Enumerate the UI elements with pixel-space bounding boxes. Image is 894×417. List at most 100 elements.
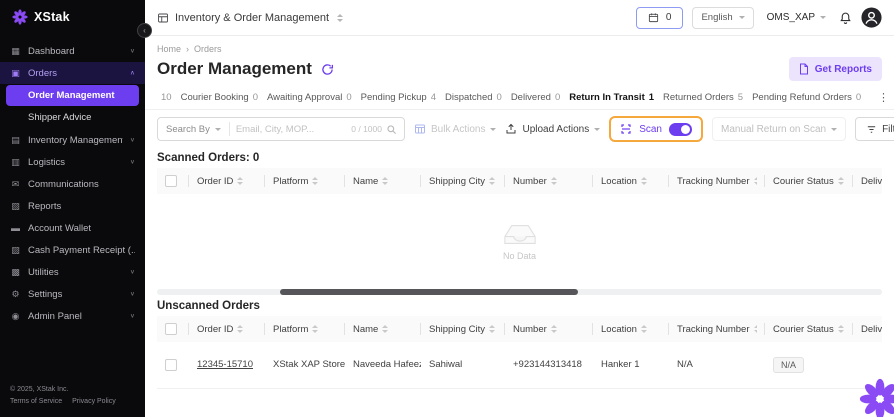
- sidebar-item-account-wallet[interactable]: ▬ Account Wallet: [0, 217, 145, 239]
- chevron-down-icon: ∨: [130, 291, 135, 298]
- upload-actions-button[interactable]: Upload Actions: [505, 123, 600, 135]
- col-delivery-type[interactable]: Delivery Type: [853, 168, 882, 194]
- app-grid-icon: [157, 12, 169, 24]
- xstak-flower-icon: [12, 9, 28, 25]
- tab-pending-refund-orders[interactable]: Pending Refund Orders0: [752, 92, 861, 103]
- col-platform[interactable]: Platform: [265, 316, 345, 342]
- tab-awaiting-approval[interactable]: Awaiting Approval0: [267, 92, 352, 103]
- sort-icon: [382, 325, 388, 333]
- col-name[interactable]: Name: [345, 168, 421, 194]
- receipt-icon: ▨: [10, 245, 21, 256]
- col-order-id[interactable]: Order ID: [189, 316, 265, 342]
- col-shipping-city[interactable]: Shipping City: [421, 168, 505, 194]
- col-location[interactable]: Location: [593, 316, 669, 342]
- tab-return-in-transit[interactable]: Return In Transit1: [569, 92, 654, 103]
- col-number[interactable]: Number: [505, 316, 593, 342]
- communications-icon: ✉: [10, 179, 21, 190]
- sidebar-item-orders[interactable]: ▣ Orders ∧: [0, 62, 145, 84]
- chevron-down-icon: ∨: [130, 48, 135, 55]
- sidebar-item-admin-panel[interactable]: ◉ Admin Panel ∨: [0, 305, 145, 327]
- col-shipping-city[interactable]: Shipping City: [421, 316, 505, 342]
- order-id-link[interactable]: 12345-15710: [197, 359, 253, 370]
- inventory-icon: ▤: [10, 135, 21, 146]
- checkbox[interactable]: [165, 175, 177, 187]
- col-order-id[interactable]: Order ID: [189, 168, 265, 194]
- horizontal-scrollbar: [157, 289, 882, 295]
- sort-icon: [312, 177, 318, 185]
- chevron-down-icon: ∨: [130, 313, 135, 320]
- notifications-bell-icon[interactable]: [839, 11, 852, 25]
- table-header-row: Order ID Platform Name Shipping City Num…: [157, 316, 882, 342]
- tab-dispatched[interactable]: Dispatched0: [445, 92, 502, 103]
- filters-button[interactable]: Filters: [855, 117, 894, 141]
- sidebar-item-cash-payment-receipt[interactable]: ▨ Cash Payment Receipt (...: [0, 239, 145, 261]
- sidebar-item-settings[interactable]: ⚙ Settings ∨: [0, 283, 145, 305]
- select-all-checkbox-header[interactable]: [157, 168, 189, 194]
- get-reports-button[interactable]: Get Reports: [789, 57, 882, 81]
- col-tracking-number[interactable]: Tracking Number: [669, 168, 765, 194]
- chevron-down-icon: [215, 128, 221, 131]
- sidebar-item-reports[interactable]: ▧ Reports: [0, 195, 145, 217]
- sort-icon: [237, 325, 243, 333]
- checkbox[interactable]: [165, 323, 177, 335]
- select-all-checkbox-header[interactable]: [157, 316, 189, 342]
- sidebar-item-logistics[interactable]: ▥ Logistics ∨: [0, 151, 145, 173]
- col-courier-status[interactable]: Courier Status: [765, 316, 853, 342]
- col-number[interactable]: Number: [505, 168, 593, 194]
- top-header: Inventory & Order Management 0 English O…: [145, 0, 894, 36]
- sidebar-item-label: Communications: [28, 179, 99, 190]
- cell-name: Naveeda Hafeez: [345, 342, 421, 388]
- bulk-actions-button[interactable]: Bulk Actions: [414, 123, 496, 135]
- scrollbar-thumb[interactable]: [280, 289, 577, 295]
- manual-return-on-scan-select[interactable]: Manual Return on Scan: [712, 117, 846, 141]
- sidebar-subitem-shipper-advice[interactable]: Shipper Advice: [6, 107, 139, 128]
- chevron-down-icon: ∨: [130, 159, 135, 166]
- chevron-down-icon: [820, 16, 826, 19]
- workspace-select[interactable]: OMS_XAP: [763, 12, 830, 23]
- unscanned-orders-title: Unscanned Orders: [145, 296, 894, 316]
- tab-pending-pickup[interactable]: Pending Pickup4: [361, 92, 436, 103]
- col-name[interactable]: Name: [345, 316, 421, 342]
- app-switcher[interactable]: Inventory & Order Management: [157, 12, 343, 24]
- date-picker[interactable]: 0: [636, 7, 684, 29]
- tab-courier-booking[interactable]: Courier Booking0: [181, 92, 258, 103]
- sidebar-item-dashboard[interactable]: ▦ Dashboard ∨: [0, 40, 145, 62]
- sidebar-subitem-order-management[interactable]: Order Management: [6, 85, 139, 106]
- tab-all[interactable]: 10: [157, 92, 172, 103]
- bulk-actions-label: Bulk Actions: [431, 124, 485, 135]
- col-location[interactable]: Location: [593, 168, 669, 194]
- sidebar-item-communications[interactable]: ✉ Communications: [0, 173, 145, 195]
- terms-of-service-link[interactable]: Terms of Service: [10, 396, 62, 409]
- dashboard-icon: ▦: [10, 46, 21, 57]
- tabs-overflow-icon[interactable]: ⋮: [871, 86, 894, 109]
- breadcrumb-home[interactable]: Home: [157, 44, 181, 54]
- cell-location: Hanker 1: [593, 342, 669, 388]
- sidebar-collapse-button[interactable]: ‹: [137, 23, 152, 38]
- search-input[interactable]: [230, 124, 351, 135]
- sidebar-item-label: Orders: [28, 68, 57, 79]
- sort-icon: [489, 325, 495, 333]
- privacy-policy-link[interactable]: Privacy Policy: [72, 396, 116, 409]
- sidebar-item-utilities[interactable]: ▩ Utilities ∨: [0, 261, 145, 283]
- calendar-icon: [648, 12, 659, 23]
- search-by-select[interactable]: Search By: [158, 124, 229, 135]
- col-delivery-type[interactable]: Delivery Type: [853, 316, 882, 342]
- char-counter: 0 / 1000: [351, 124, 382, 134]
- language-select[interactable]: English: [692, 7, 753, 29]
- scan-label: Scan: [639, 124, 662, 135]
- scan-toggle-switch[interactable]: [669, 123, 692, 136]
- sort-icon: [641, 177, 647, 185]
- refresh-icon[interactable]: [321, 63, 334, 76]
- logistics-icon: ▥: [10, 157, 21, 168]
- sidebar-item-inventory-management[interactable]: ▤ Inventory Management ∨: [0, 129, 145, 151]
- col-platform[interactable]: Platform: [265, 168, 345, 194]
- col-tracking-number[interactable]: Tracking Number: [669, 316, 765, 342]
- search-icon[interactable]: [386, 124, 397, 135]
- col-courier-status[interactable]: Courier Status: [765, 168, 853, 194]
- logo: XStak: [0, 0, 145, 27]
- tab-returned-orders[interactable]: Returned Orders5: [663, 92, 743, 103]
- tab-delivered[interactable]: Delivered0: [511, 92, 560, 103]
- row-checkbox[interactable]: [165, 359, 177, 371]
- table-toolbar: Search By 0 / 1000 Bulk Actions Upload A…: [145, 110, 894, 148]
- user-avatar[interactable]: [861, 7, 882, 28]
